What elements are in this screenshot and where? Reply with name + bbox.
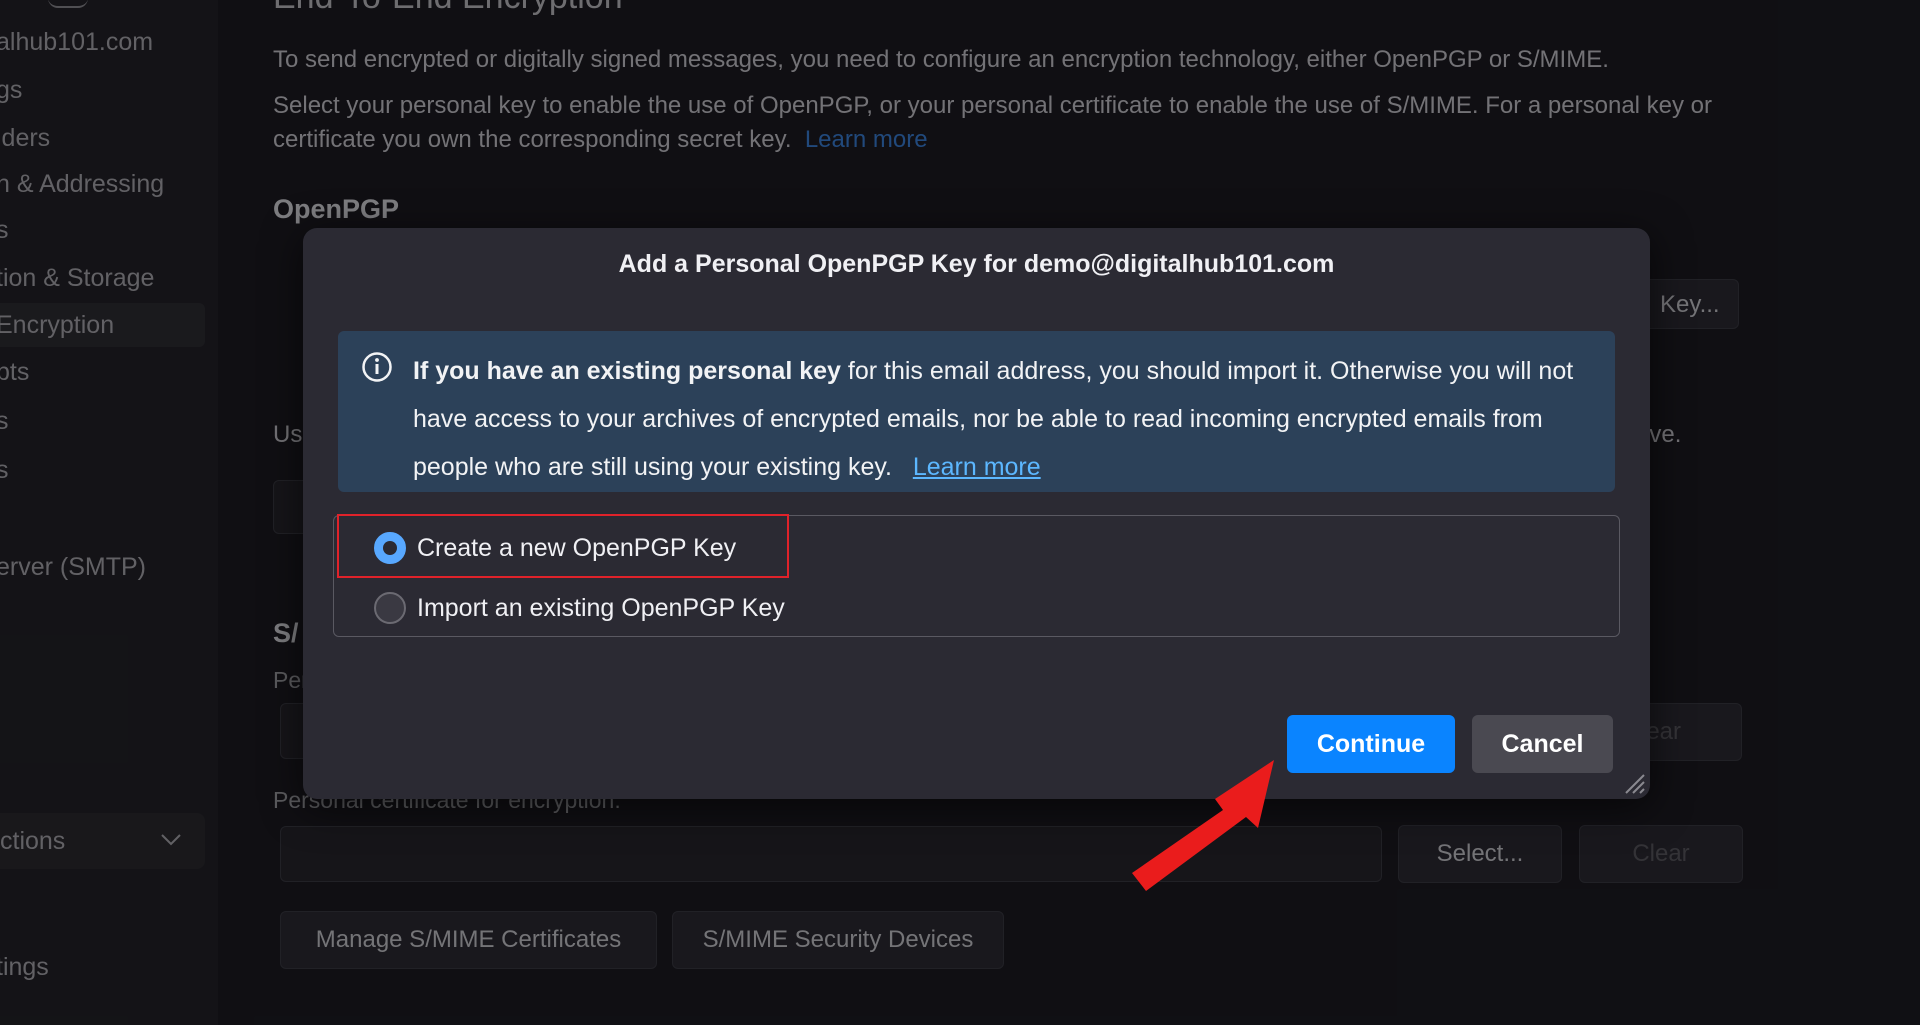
info-message-bar: If you have an existing personal key for… — [338, 331, 1615, 492]
annotation-highlight-box — [337, 514, 789, 578]
info-bold-text: If you have an existing personal key — [413, 357, 841, 385]
add-openpgp-key-dialog: Add a Personal OpenPGP Key for demo@digi… — [303, 228, 1650, 799]
resize-grip-icon[interactable] — [1620, 769, 1646, 795]
option-import-existing-key[interactable]: Import an existing OpenPGP Key — [374, 588, 794, 628]
radio-unselected-icon[interactable] — [374, 592, 406, 624]
info-message-text: If you have an existing personal key for… — [413, 347, 1593, 491]
dialog-title: Add a Personal OpenPGP Key for demo@digi… — [618, 250, 1335, 278]
annotation-arrow-icon — [1132, 760, 1274, 891]
option-import-label: Import an existing OpenPGP Key — [417, 594, 785, 622]
cancel-button[interactable]: Cancel — [1472, 715, 1613, 773]
continue-button[interactable]: Continue — [1287, 715, 1455, 773]
info-learn-more-link[interactable]: Learn more — [913, 453, 1041, 481]
info-icon — [362, 352, 392, 382]
